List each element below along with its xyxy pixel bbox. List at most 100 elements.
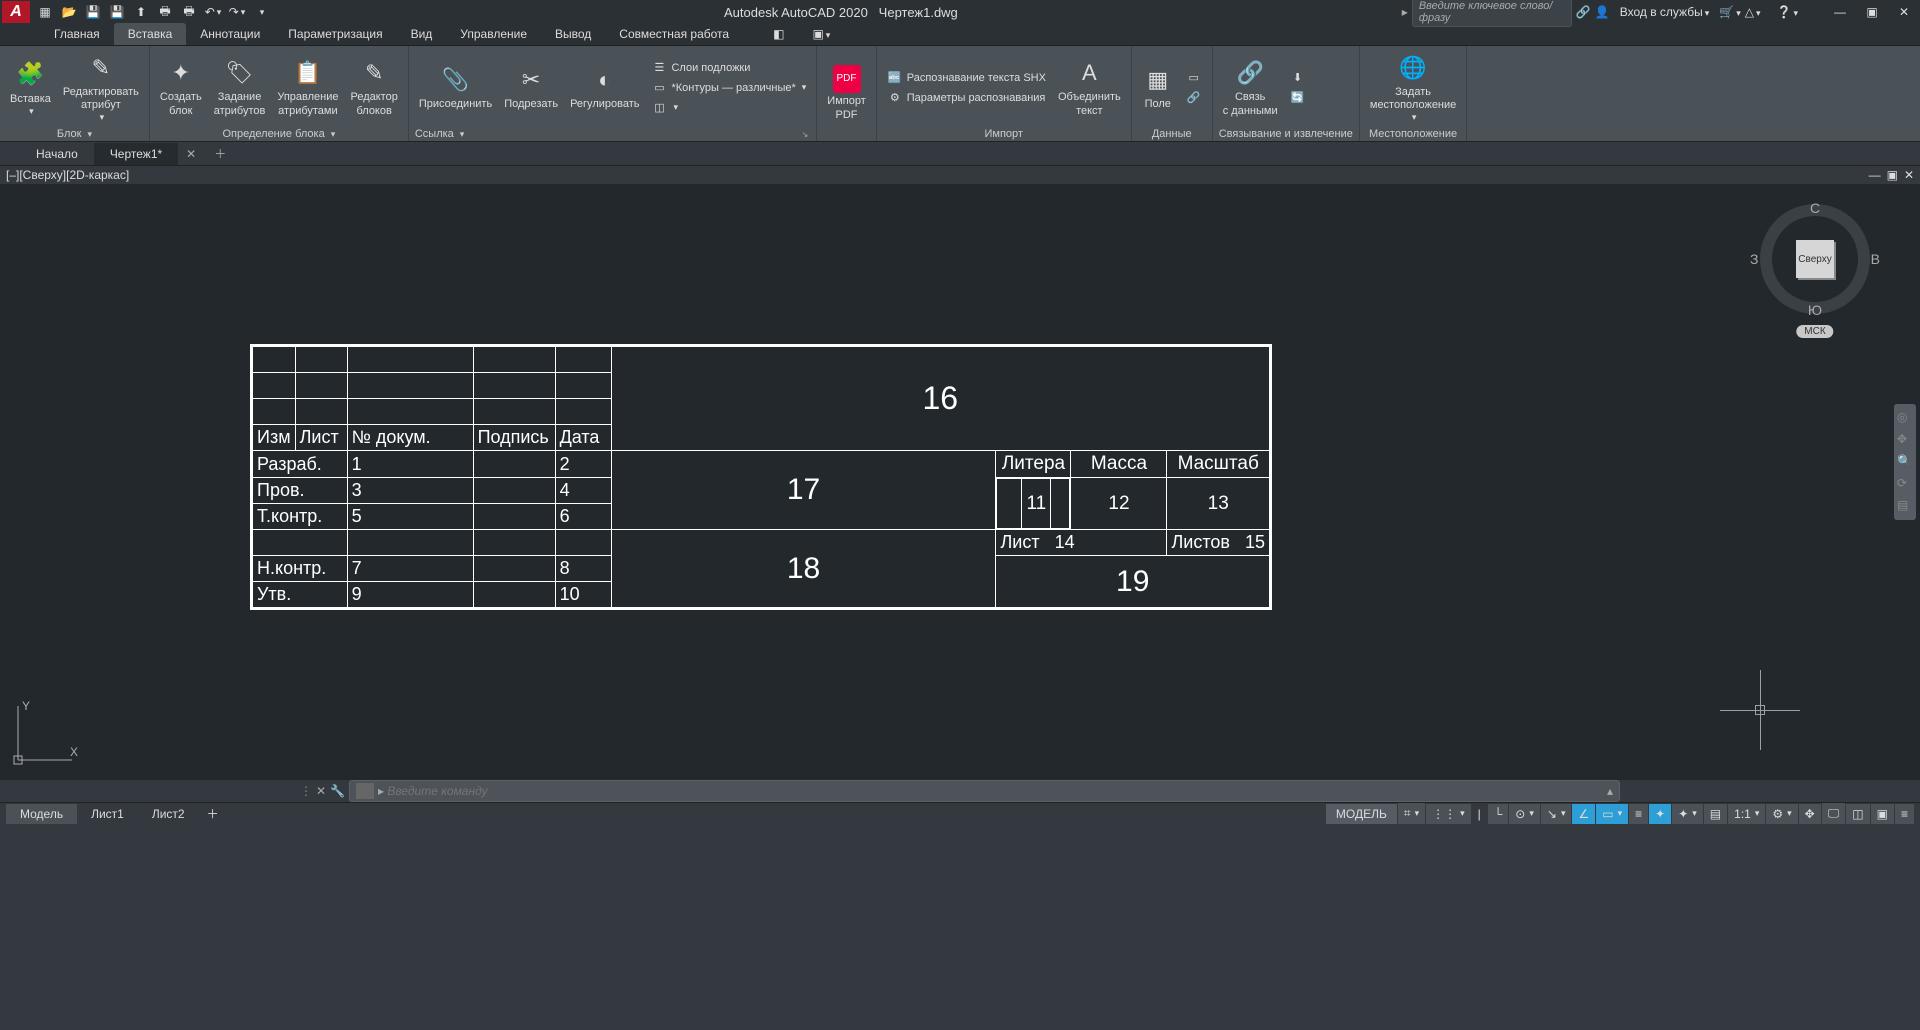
insert-block-button[interactable]: 🧩Вставка▾ [6, 57, 55, 119]
tab-view[interactable]: Вид [397, 23, 447, 45]
layout-2[interactable]: Лист2 [138, 804, 199, 824]
status-iso-icon[interactable]: ↘ ▾ [1541, 804, 1572, 824]
qat-redo-icon[interactable]: ↷▾ [226, 2, 248, 22]
tab-output[interactable]: Вывод [541, 23, 605, 45]
hyperlink-button[interactable]: 🔗 [1182, 89, 1206, 107]
edit-attr-button[interactable]: ✎Редактировать атрибут▾ [59, 50, 143, 125]
status-grid-icon[interactable]: ⌗ ▾ [1398, 803, 1425, 824]
extract-button[interactable]: ⬇ [1286, 69, 1310, 87]
status-otrack-icon[interactable]: ▭ ▾ [1596, 804, 1628, 824]
cmd-handle-icon[interactable]: ⋮ [300, 784, 312, 798]
status-selcyc-icon[interactable]: ✦ ▾ [1672, 804, 1703, 824]
status-polar-icon[interactable]: ⊙ ▾ [1509, 804, 1540, 824]
bedit-button[interactable]: ✎Редактор блоков [346, 55, 401, 119]
viewcube[interactable]: С Ю В З Сверху МСК [1760, 204, 1870, 314]
layout-add-icon[interactable]: ＋ [199, 805, 227, 822]
a360-icon[interactable]: △▾ [1745, 5, 1761, 19]
status-osnap-icon[interactable]: ∠ [1572, 804, 1595, 824]
block-panel-title[interactable]: Блок▾ [6, 127, 143, 141]
pan-icon[interactable]: ✥ [1897, 432, 1913, 448]
command-input[interactable] [387, 784, 1607, 798]
cmd-wrench-icon[interactable]: 🔧 [330, 784, 345, 798]
zoom-extents-icon[interactable]: 🔍 [1897, 454, 1913, 470]
combine-text-button[interactable]: AОбъединить текст [1054, 55, 1125, 119]
frames-button[interactable]: ▭*Контуры — различные*▾ [647, 79, 810, 97]
viewcube-face[interactable]: Сверху [1796, 240, 1834, 278]
ole-button[interactable]: ▭ [1182, 69, 1206, 87]
status-ortho-icon[interactable]: └ [1488, 804, 1509, 824]
qat-plot-icon[interactable]: 🖶 [154, 2, 176, 22]
cmd-close-icon[interactable]: ✕ [316, 784, 326, 798]
filetab-active[interactable]: Чертеж1* [94, 143, 178, 165]
tab-featured-apps-icon[interactable]: ◧ [759, 23, 798, 45]
qat-new-icon[interactable]: ▦ [34, 2, 56, 22]
showmotion-icon[interactable]: ▤ [1897, 498, 1913, 514]
full-nav-wheel-icon[interactable]: ◎ [1897, 410, 1913, 426]
datalink-button[interactable]: 🔗Связь с данными [1219, 55, 1282, 119]
viewport-label[interactable]: [–][Сверху][2D-каркас] [6, 168, 129, 182]
blockdef-panel-title[interactable]: Определение блока▾ [156, 127, 402, 141]
qat-open-icon[interactable]: 📂 [58, 2, 80, 22]
tab-parametric[interactable]: Параметризация [274, 23, 396, 45]
create-block-button[interactable]: ✦Создать блок [156, 55, 206, 119]
setlocation-button[interactable]: 🌐Задать местоположение▾ [1366, 50, 1460, 125]
vp-min-icon[interactable]: — [1869, 168, 1881, 182]
field-button[interactable]: ▦Поле [1138, 62, 1178, 113]
importpdf-button[interactable]: PDFИмпорт PDF [823, 63, 869, 123]
tab-collab[interactable]: Совместная работа [605, 23, 743, 45]
tab-annotate[interactable]: Аннотации [186, 23, 274, 45]
clip-button[interactable]: ✂Подрезать [500, 62, 562, 113]
connect-icon[interactable]: 🔗 [1576, 5, 1591, 19]
tab-home[interactable]: Главная [40, 23, 114, 45]
layout-model[interactable]: Модель [6, 804, 77, 824]
adjust-button[interactable]: ◐Регулировать [566, 62, 643, 113]
filetab-start[interactable]: Начало [20, 143, 94, 165]
qat-web-icon[interactable]: ⬆ [130, 2, 152, 22]
manage-attr-button[interactable]: 📋Управление атрибутами [273, 55, 342, 119]
viewport[interactable]: С Ю В З Сверху МСК ◎ ✥ 🔍 ⟳ ▤ YX 16 Изм Л… [0, 184, 1920, 780]
qat-saveas-icon[interactable]: 💾 [106, 2, 128, 22]
status-model[interactable]: МОДЕЛЬ [1326, 804, 1397, 824]
define-attr-button[interactable]: 🏷Задание атрибутов [210, 55, 270, 119]
orbit-icon[interactable]: ⟳ [1897, 476, 1913, 492]
wcs-badge[interactable]: МСК [1796, 325, 1833, 338]
attach-button[interactable]: 📎Присоединить [415, 62, 496, 113]
vp-close-icon[interactable]: ✕ [1904, 168, 1914, 182]
shx-button[interactable]: 🔤Распознавание текста SHX [883, 69, 1050, 87]
status-scale[interactable]: 1:1 ▾ [1728, 804, 1765, 824]
update-button[interactable]: 🔄 [1286, 89, 1310, 107]
qat-save-icon[interactable]: 💾 [82, 2, 104, 22]
qat-dropdown-icon[interactable]: ▾ [250, 2, 272, 22]
signin-button[interactable]: Вход в службы▾ [1614, 5, 1716, 19]
status-anno-icon[interactable]: ▤ [1704, 804, 1727, 824]
user-icon[interactable]: 👤 [1595, 5, 1610, 19]
ribbon-toggle-icon[interactable]: ▣▾ [798, 23, 844, 45]
status-gear-icon[interactable]: ⚙ ▾ [1766, 804, 1797, 824]
restore-button[interactable]: ▣ [1858, 2, 1886, 22]
status-transp-icon[interactable]: ✦ [1649, 804, 1671, 824]
tab-insert[interactable]: Вставка [114, 23, 187, 45]
status-snap-icon[interactable]: ⋮⋮ ▾ [1426, 804, 1471, 824]
status-lwt-icon[interactable]: ≡ [1629, 804, 1648, 824]
qat-undo-icon[interactable]: ↶▾ [202, 2, 224, 22]
qat-print-icon[interactable]: 🖶 [178, 2, 200, 22]
filetab-close-icon[interactable]: ✕ [178, 147, 204, 161]
command-line[interactable]: ▸ ▴ [349, 780, 1620, 802]
close-button[interactable]: ✕ [1890, 2, 1918, 22]
recog-settings-button[interactable]: ⚙Параметры распознавания [883, 89, 1050, 107]
filetab-add-icon[interactable]: ＋ [204, 145, 236, 162]
vp-max-icon[interactable]: ▣ [1887, 168, 1898, 182]
snap-underlay-button[interactable]: ◫▾ [647, 99, 810, 117]
tab-manage[interactable]: Управление [446, 23, 541, 45]
ref-panel-title[interactable]: Ссылка▾↘ [415, 127, 810, 141]
cart-icon[interactable]: 🛒▾ [1719, 5, 1740, 19]
status-isolate-icon[interactable]: ◫ [1846, 804, 1869, 824]
status-monitor-icon[interactable]: 🖵 [1822, 803, 1846, 824]
infocenter-search[interactable]: Введите ключевое слово/фразу [1412, 0, 1572, 27]
layout-1[interactable]: Лист1 [77, 804, 138, 824]
status-ws-icon[interactable]: ✥ [1799, 804, 1821, 824]
underlay-layers-button[interactable]: ☰Слои подложки [647, 59, 810, 77]
minimize-button[interactable]: — [1826, 2, 1854, 22]
cmd-history-icon[interactable]: ▴ [1607, 784, 1613, 798]
help-icon[interactable]: ❔▾ [1777, 5, 1798, 19]
